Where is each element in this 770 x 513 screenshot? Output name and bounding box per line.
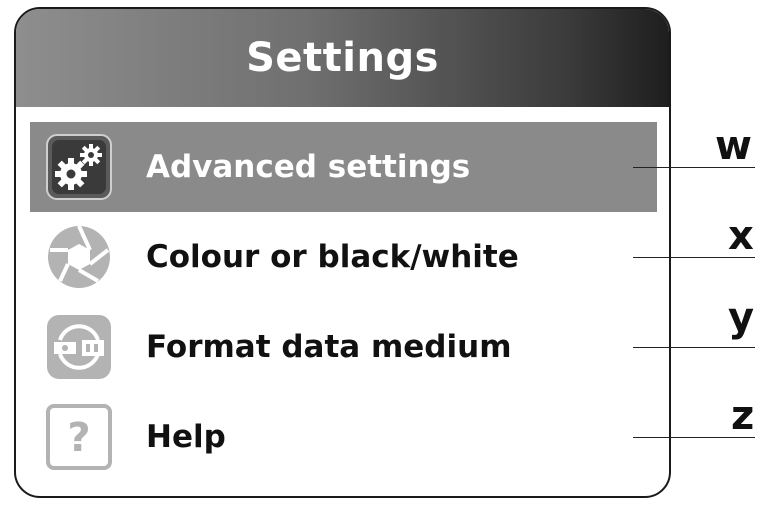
callout-label-y: y: [728, 295, 755, 341]
page-title: Settings: [246, 35, 439, 81]
callout-label-x: x: [728, 213, 754, 259]
callout-label-z: z: [731, 393, 755, 439]
svg-text:?: ?: [67, 415, 90, 461]
callout-line-y: [633, 347, 755, 348]
menu-item-label: Format data medium: [146, 329, 512, 365]
callout-label-w: w: [715, 123, 752, 169]
aperture-icon: [48, 225, 110, 288]
menu-item-label: Help: [146, 419, 226, 455]
menu-item-label: Advanced settings: [146, 149, 471, 185]
settings-header: Settings: [16, 9, 669, 107]
menu-item-label: Colour or black/white: [146, 239, 519, 275]
help-icon: ?: [46, 404, 112, 470]
menu-item-colour-mode[interactable]: Colour or black/white: [30, 212, 657, 302]
menu-item-advanced-settings[interactable]: Advanced settings: [30, 122, 657, 212]
menu-item-help[interactable]: ? Help: [30, 392, 657, 482]
menu-item-format-media[interactable]: Format data medium: [30, 302, 657, 392]
format-media-icon: [47, 315, 111, 379]
settings-panel: Settings Advanced settings Colour or bla…: [14, 7, 671, 498]
gears-icon: [46, 134, 112, 200]
